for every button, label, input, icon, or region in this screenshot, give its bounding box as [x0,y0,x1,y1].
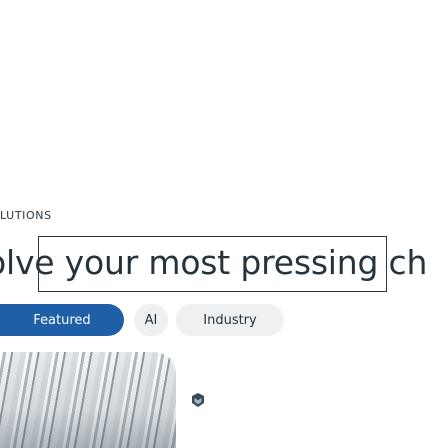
page-headline: olve your most pressing ch [0,242,428,282]
filter-tabs: Featured AI Industry [0,302,284,338]
filter-featured-button[interactable]: Featured [0,304,124,336]
card-thumbnail-image[interactable] [0,352,176,448]
section-label: LUTIONS [0,209,52,222]
brand-logo-icon [190,392,206,408]
filter-ai-button[interactable]: AI [134,304,168,336]
page: LUTIONS olve your most pressing ch Featu… [0,0,448,448]
filter-industry-button[interactable]: Industry [176,304,284,336]
headline-row: olve your most pressing ch [0,232,448,292]
